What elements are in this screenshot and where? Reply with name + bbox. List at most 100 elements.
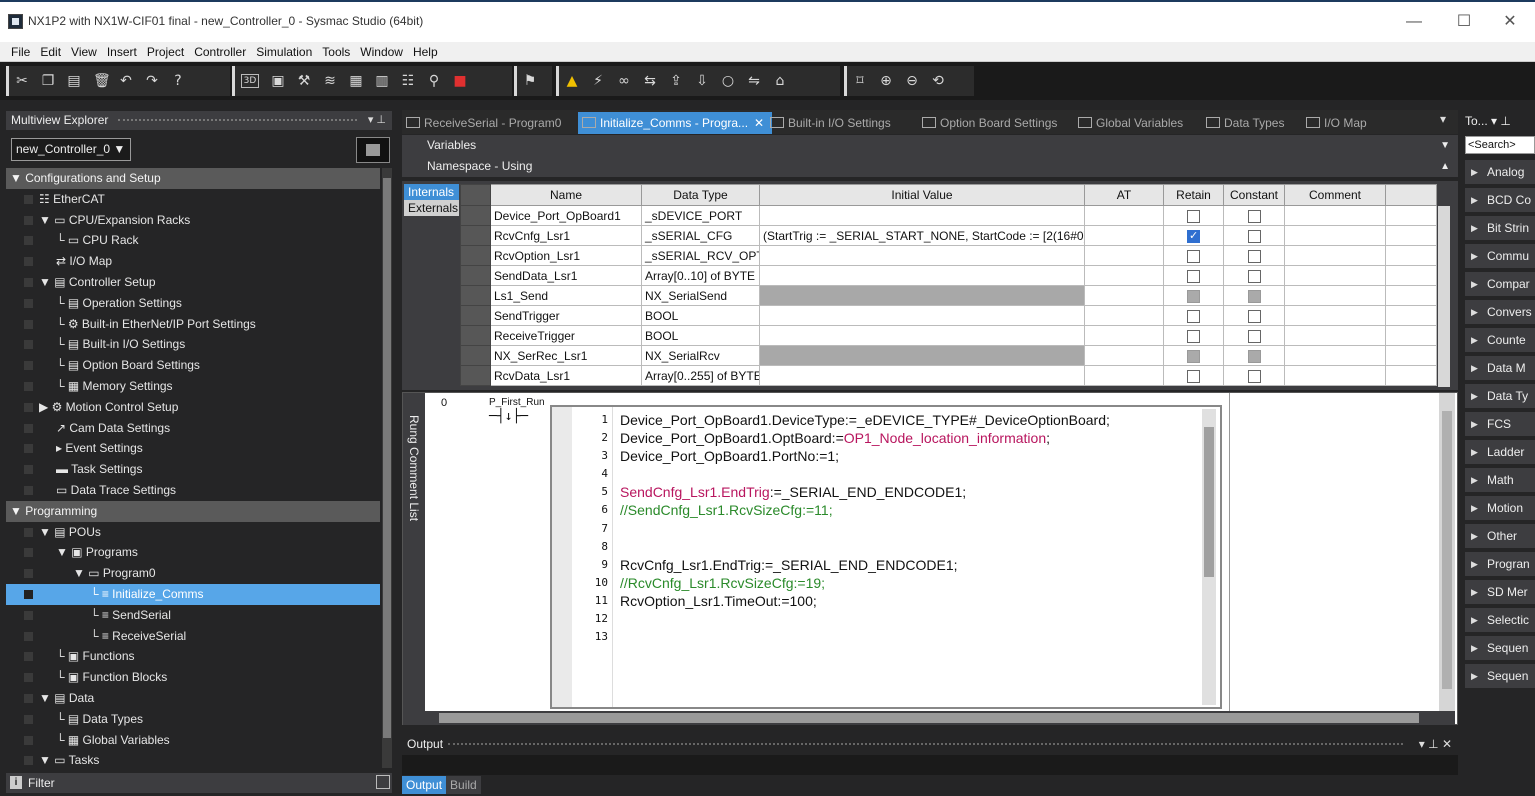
tree-item[interactable]: ▼ ▣ Programs <box>6 542 380 563</box>
tab-close-icon[interactable]: ✕ <box>754 116 764 130</box>
constant-checkbox[interactable] <box>1247 309 1261 323</box>
tree-item[interactable]: ▭ Data Trace Settings <box>6 480 380 501</box>
tree-item[interactable]: ▼ ▤ Controller Setup <box>6 272 380 293</box>
st-code-line[interactable]: RcvCnfg_Lsr1.EndTrig:=_SERIAL_END_ENDCOD… <box>620 556 1110 574</box>
cell-comment[interactable] <box>1284 265 1386 286</box>
toolbox-category[interactable]: Progran <box>1465 552 1535 576</box>
menu-edit[interactable]: Edit <box>35 42 66 62</box>
menu-view[interactable]: View <box>66 42 102 62</box>
retain-checkbox[interactable] <box>1187 249 1200 263</box>
menu-file[interactable]: File <box>6 42 35 62</box>
toolbox-category[interactable]: Commu <box>1465 244 1535 268</box>
filter-expand-icon[interactable] <box>376 775 390 789</box>
cell-at[interactable] <box>1084 365 1164 386</box>
ladder-hscroll-thumb[interactable] <box>439 713 1419 723</box>
retain-checkbox[interactable] <box>1187 229 1200 243</box>
cell-at[interactable] <box>1084 285 1164 306</box>
col-retain[interactable]: Retain <box>1163 184 1224 206</box>
zoom-in-icon[interactable]: ⊕ <box>879 73 893 89</box>
cell-retain[interactable] <box>1163 265 1224 286</box>
tree-item[interactable]: ▶ ⚙ Motion Control Setup <box>6 397 380 418</box>
tree-item[interactable]: └ ≡ SendSerial <box>6 605 380 626</box>
build-icon[interactable]: ⚒ <box>297 73 311 89</box>
tab-editor[interactable]: ReceiveSerial - Program0 <box>402 112 561 134</box>
cell-name[interactable]: NX_SerRec_Lsr1 <box>490 345 642 366</box>
cell-data-type[interactable]: _sDEVICE_PORT <box>641 205 760 226</box>
output-controls[interactable]: ▾ ⊥ ✕ <box>1419 733 1452 755</box>
row-header[interactable] <box>460 345 491 366</box>
cell-data-type[interactable]: NX_SerialRcv <box>641 345 760 366</box>
cell-at[interactable] <box>1084 325 1164 346</box>
menu-insert[interactable]: Insert <box>102 42 142 62</box>
retain-checkbox[interactable] <box>1187 269 1200 283</box>
st-code-line[interactable] <box>620 465 1110 483</box>
constant-checkbox[interactable] <box>1247 269 1261 283</box>
cell-name[interactable]: ReceiveTrigger <box>490 325 642 346</box>
table-row[interactable]: SendTrigger BOOL <box>460 305 1437 326</box>
toolbox-category[interactable]: Math <box>1465 468 1535 492</box>
st-code-line[interactable] <box>620 520 1110 538</box>
tab-editor[interactable]: Initialize_Comms - Progra... ✕ <box>578 112 773 134</box>
rung-comment-list[interactable]: Rung Comment List <box>403 393 425 711</box>
tree-item[interactable]: └ ▤ Option Board Settings <box>6 355 380 376</box>
cell-retain[interactable] <box>1163 205 1224 226</box>
tree-scroll-thumb[interactable] <box>383 178 391 738</box>
cell-initial-value[interactable] <box>759 305 1085 326</box>
undo-icon[interactable]: ↶ <box>119 73 133 89</box>
toolbox-category[interactable]: Other <box>1465 524 1535 548</box>
cell-constant[interactable] <box>1223 245 1285 266</box>
cell-constant[interactable] <box>1223 305 1285 326</box>
sync-icon[interactable]: ⇋ <box>747 73 761 89</box>
st-scroll-thumb[interactable] <box>1204 427 1214 577</box>
st-code[interactable]: Device_Port_OpBoard1.DeviceType:=_eDEVIC… <box>620 411 1110 646</box>
cell-comment[interactable] <box>1284 285 1386 306</box>
zoom-out-icon[interactable]: ⊖ <box>905 73 919 89</box>
tree-item[interactable]: └ ▭ CPU Rack <box>6 230 380 251</box>
toolbox-category[interactable]: Sequen <box>1465 636 1535 660</box>
tree-item[interactable]: └ ▦ Memory Settings <box>6 376 380 397</box>
col-initial-value[interactable]: Initial Value <box>759 184 1085 206</box>
cell-at[interactable] <box>1084 265 1164 286</box>
cell-constant[interactable] <box>1223 225 1285 246</box>
tab-editor[interactable]: Option Board Settings <box>918 112 1057 134</box>
cell-data-type[interactable]: Array[0..255] of BYTE <box>641 365 760 386</box>
constant-checkbox[interactable] <box>1247 249 1261 263</box>
row-header[interactable] <box>460 245 491 266</box>
cell-data-type[interactable]: _sSERIAL_RCV_OPTION <box>641 245 760 266</box>
tree-item[interactable]: ☷ EtherCAT <box>6 189 380 210</box>
tree-scrollbar[interactable] <box>382 168 392 768</box>
table-row[interactable]: RcvCnfg_Lsr1 _sSERIAL_CFG (StartTrig := _S… <box>460 225 1437 246</box>
cell-at[interactable] <box>1084 205 1164 226</box>
close-button[interactable]: ✕ <box>1490 10 1530 34</box>
st-scrollbar[interactable] <box>1202 409 1216 705</box>
cell-data-type[interactable]: NX_SerialSend <box>641 285 760 306</box>
cell-name[interactable]: RcvData_Lsr1 <box>490 365 642 386</box>
redo-icon[interactable]: ↷ <box>145 73 159 89</box>
cell-initial-value[interactable] <box>759 265 1085 286</box>
toolbox-category[interactable]: Bit Strin <box>1465 216 1535 240</box>
tree-item[interactable]: ▼ Configurations and Setup <box>6 168 380 189</box>
tab-editor[interactable]: Built-in I/O Settings <box>766 112 891 134</box>
row-header[interactable] <box>460 365 491 386</box>
toolbox-category[interactable]: Ladder <box>1465 440 1535 464</box>
simulate-icon[interactable]: ⚑ <box>523 73 537 89</box>
cell-at[interactable] <box>1084 305 1164 326</box>
tree-item[interactable]: └ ▤ Built-in I/O Settings <box>6 334 380 355</box>
cell-constant[interactable] <box>1223 325 1285 346</box>
row-header[interactable] <box>460 325 491 346</box>
col-constant[interactable]: Constant <box>1223 184 1285 206</box>
cell-initial-value[interactable]: (StartTrig := _SERIAL_START_NONE, StartC… <box>759 225 1085 246</box>
col-comment[interactable]: Comment <box>1284 184 1386 206</box>
tab-internals[interactable]: Internals <box>404 184 459 200</box>
tab-build[interactable]: Build <box>446 776 481 794</box>
ladder-hscrollbar[interactable] <box>403 711 1455 725</box>
stop-icon[interactable]: ■ <box>453 73 467 89</box>
table-row[interactable]: ReceiveTrigger BOOL <box>460 325 1437 346</box>
download-icon[interactable]: ⇩ <box>695 73 709 89</box>
table-scrollbar[interactable] <box>1438 206 1450 387</box>
toolbox-category[interactable]: Sequen <box>1465 664 1535 688</box>
cell-retain[interactable] <box>1163 305 1224 326</box>
st-code-line[interactable]: Device_Port_OpBoard1.OptBoard:=OP1_Node_… <box>620 429 1110 447</box>
tree-item[interactable]: └ ≡ ReceiveSerial <box>6 626 380 647</box>
st-code-line[interactable]: //SendCnfg_Lsr1.RcvSizeCfg:=11; <box>620 501 1110 519</box>
